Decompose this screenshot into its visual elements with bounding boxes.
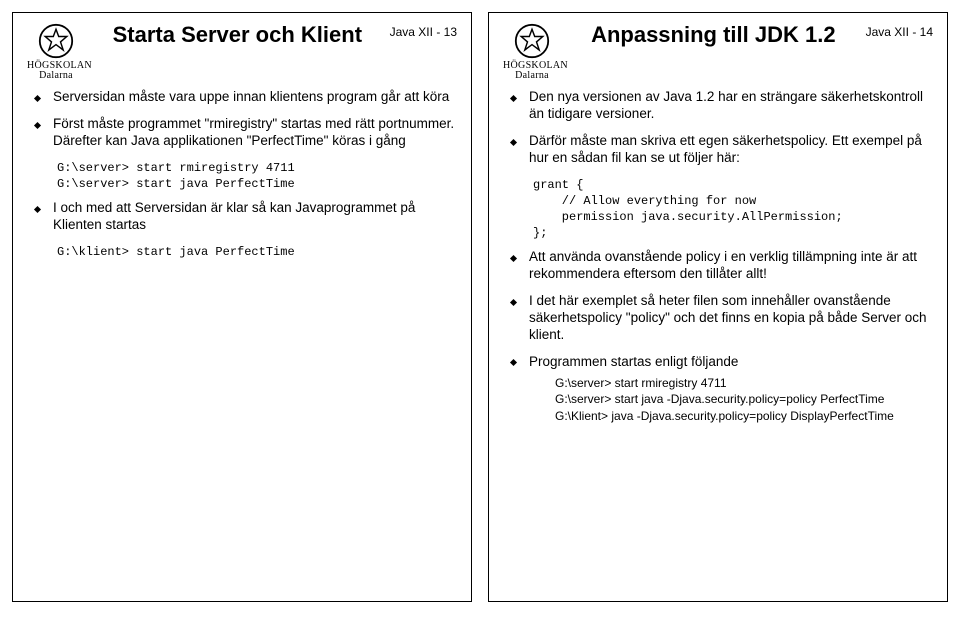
institution-name: HÖGSKOLAN Dalarna [27, 61, 85, 81]
slide-13: HÖGSKOLAN Dalarna Starta Server och Klie… [12, 12, 472, 602]
bullet-list: Att använda ovanstående policy i en verk… [503, 249, 933, 425]
slide-body: Den nya versionen av Java 1.2 har en str… [503, 89, 933, 425]
logo-column: HÖGSKOLAN Dalarna [503, 23, 561, 81]
bullet-list: I och med att Serversidan är klar så kan… [27, 200, 457, 234]
institution-line2: Dalarna [39, 70, 73, 81]
bullet-list: Serversidan måste vara uppe innan klient… [27, 89, 457, 150]
slide-header: HÖGSKOLAN Dalarna Starta Server och Klie… [27, 23, 457, 81]
logo-column: HÖGSKOLAN Dalarna [27, 23, 85, 81]
slides-container: HÖGSKOLAN Dalarna Starta Server och Klie… [12, 12, 948, 602]
slide-title: Anpassning till JDK 1.2 [561, 23, 866, 47]
slide-14: HÖGSKOLAN Dalarna Anpassning till JDK 1.… [488, 12, 948, 602]
bullet-item: I och med att Serversidan är klar så kan… [45, 200, 457, 234]
page-label: Java XII - 13 [390, 23, 457, 39]
bullet-list: Den nya versionen av Java 1.2 har en str… [503, 89, 933, 167]
bullet-item: Därför måste man skriva ett egen säkerhe… [521, 133, 933, 167]
code-block: G:\klient> start java PerfectTime [57, 244, 457, 260]
slide-body: Serversidan måste vara uppe innan klient… [27, 89, 457, 260]
code-block: grant { // Allow everything for now perm… [533, 177, 933, 242]
bullet-item: Först måste programmet "rmiregistry" sta… [45, 116, 457, 150]
title-column: Anpassning till JDK 1.2 [561, 23, 866, 47]
bullet-text: Programmen startas enligt följande [529, 354, 738, 369]
command-line: G:\Klient> java -Djava.security.policy=p… [555, 408, 933, 425]
institution-name: HÖGSKOLAN Dalarna [503, 61, 561, 81]
command-line: G:\server> start java -Djava.security.po… [555, 391, 933, 408]
institution-line2: Dalarna [515, 70, 549, 81]
command-line: G:\server> start rmiregistry 4711 [555, 375, 933, 392]
page-label: Java XII - 14 [866, 23, 933, 39]
bullet-item: Den nya versionen av Java 1.2 har en str… [521, 89, 933, 123]
bullet-item: I det här exemplet så heter filen som in… [521, 293, 933, 344]
bullet-item: Programmen startas enligt följande G:\se… [521, 354, 933, 425]
university-logo-icon [514, 23, 550, 59]
university-logo-icon [38, 23, 74, 59]
title-column: Starta Server och Klient [85, 23, 390, 47]
slide-header: HÖGSKOLAN Dalarna Anpassning till JDK 1.… [503, 23, 933, 81]
code-block: G:\server> start rmiregistry 4711 G:\ser… [57, 160, 457, 192]
slide-title: Starta Server och Klient [85, 23, 390, 47]
bullet-item: Att använda ovanstående policy i en verk… [521, 249, 933, 283]
bullet-item: Serversidan måste vara uppe innan klient… [45, 89, 457, 106]
command-list: G:\server> start rmiregistry 4711 G:\ser… [555, 375, 933, 425]
